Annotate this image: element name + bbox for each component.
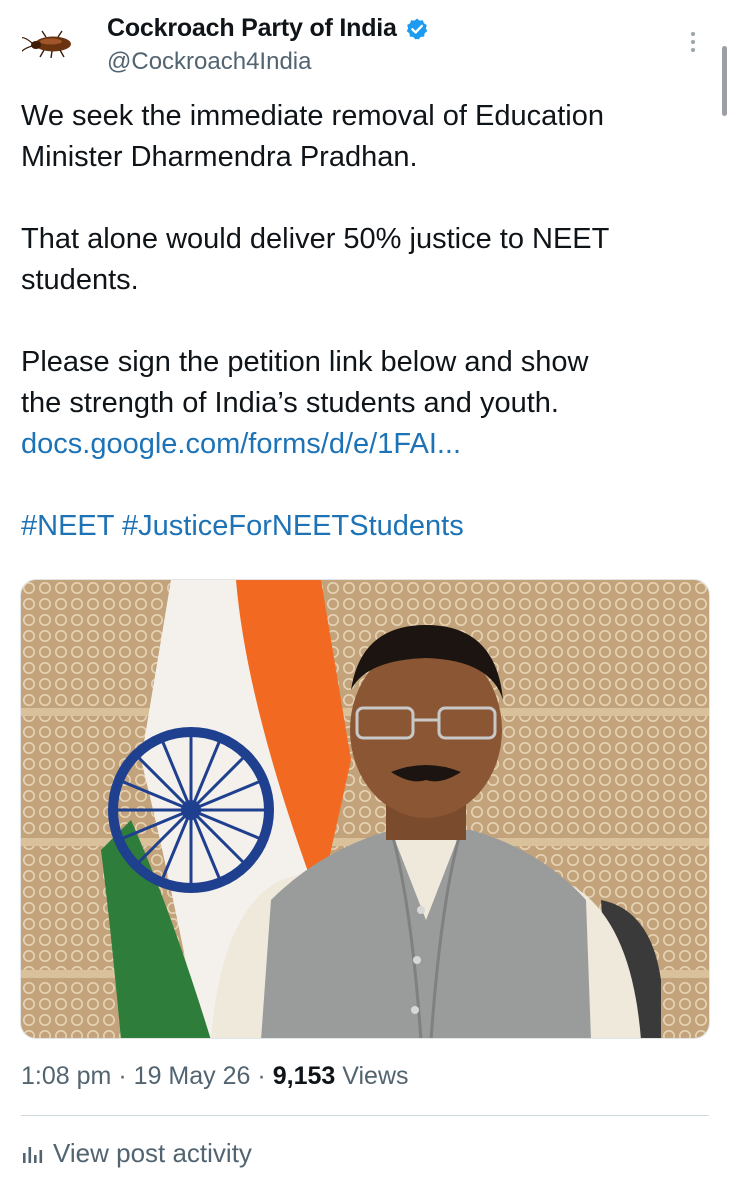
more-vertical-icon[interactable] bbox=[686, 28, 700, 56]
photo-illustration bbox=[21, 580, 709, 1038]
divider bbox=[21, 1115, 709, 1116]
name-row: Cockroach Party of India bbox=[107, 14, 429, 43]
bar-chart-icon bbox=[23, 1146, 43, 1163]
views-label: Views bbox=[342, 1062, 409, 1090]
tweet-meta: 1:08 pm · 19 May 26 · 9,153 Views bbox=[21, 1062, 409, 1091]
account-handle[interactable]: @Cockroach4India bbox=[107, 48, 311, 76]
petition-link[interactable]: docs.google.com/forms/d/e/1FAI... bbox=[21, 428, 461, 460]
cockroach-icon[interactable] bbox=[22, 28, 80, 58]
tweet-line: the strength of India’s students and you… bbox=[21, 387, 559, 419]
tweet-date[interactable]: 19 May 26 bbox=[134, 1062, 251, 1091]
tweet-line: That alone would deliver 50% justice to … bbox=[21, 223, 610, 255]
tweet-header: Cockroach Party of India @Cockroach4Indi… bbox=[0, 0, 729, 116]
hashtag-neet[interactable]: #NEET bbox=[21, 510, 114, 542]
tweet-line: Minister Dharmendra Pradhan. bbox=[21, 141, 418, 173]
tweet-time[interactable]: 1:08 pm bbox=[21, 1062, 111, 1091]
tweet-line: students. bbox=[21, 264, 139, 296]
tweet-line: We seek the immediate removal of Educati… bbox=[21, 100, 604, 132]
tweet-photo[interactable] bbox=[20, 579, 710, 1039]
meta-separator: · bbox=[118, 1062, 127, 1090]
tweet-text: We seek the immediate removal of Educati… bbox=[21, 96, 711, 547]
view-post-activity-button[interactable]: View post activity bbox=[21, 1138, 252, 1169]
scrollbar-thumb[interactable] bbox=[722, 46, 727, 116]
verified-badge-icon bbox=[406, 18, 427, 39]
tweet-line: Please sign the petition link below and … bbox=[21, 346, 589, 378]
views-count: 9,153 bbox=[272, 1062, 336, 1090]
meta-separator: · bbox=[257, 1062, 266, 1090]
hashtag-justice[interactable]: #JusticeForNEETStudents bbox=[122, 510, 464, 542]
view-post-activity-label: View post activity bbox=[53, 1138, 252, 1168]
display-name[interactable]: Cockroach Party of India bbox=[107, 14, 397, 43]
